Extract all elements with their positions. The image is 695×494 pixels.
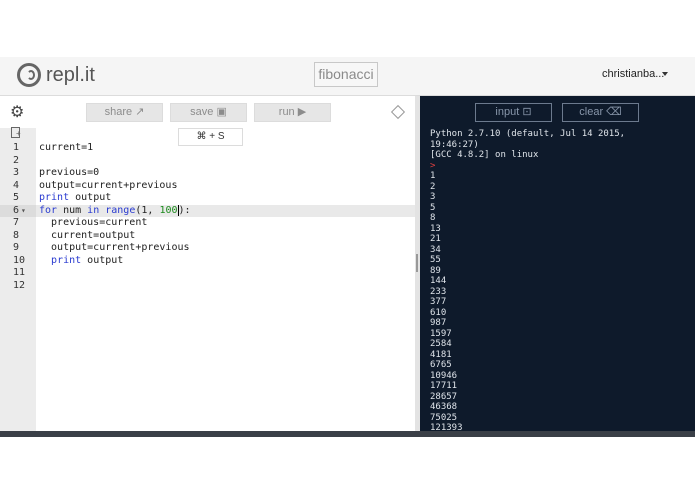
code-line[interactable]: print output	[39, 255, 123, 268]
output-line: 4181	[430, 349, 452, 360]
console-output: Python 2.7.10 (default, Jul 14 2015, 19:…	[430, 129, 692, 434]
output-line: 17711	[430, 381, 458, 391]
output-line: 233	[430, 286, 447, 297]
output-line: 377	[430, 297, 447, 307]
code-line[interactable]: output=current+previous	[39, 242, 189, 255]
output-line: 10946	[430, 370, 458, 381]
replit-logo-icon[interactable]	[17, 63, 41, 87]
number-literal: 100	[159, 204, 178, 216]
code-line[interactable]: previous=current	[39, 217, 147, 230]
code-line[interactable]: current=1	[39, 142, 93, 155]
splitter-handle[interactable]	[416, 254, 418, 272]
share-button[interactable]: share ↗	[86, 103, 163, 122]
keyword: print	[39, 192, 70, 203]
user-menu[interactable]: christianba...	[602, 68, 664, 80]
input-icon: ⊡	[522, 106, 532, 118]
output-line: 8	[430, 213, 436, 223]
output-line: 3	[430, 192, 436, 202]
gear-icon[interactable]: ⚙	[10, 105, 24, 121]
output-line: 610	[430, 307, 447, 318]
output-line: 21	[430, 234, 441, 244]
code-line[interactable]: print output	[39, 192, 111, 205]
input-button[interactable]: input ⊡	[475, 103, 552, 122]
output-line: 144	[430, 276, 447, 286]
code-line-active[interactable]: for num in range(1, 100):	[39, 204, 191, 218]
output-line: 46368	[430, 402, 458, 412]
output-lines: 1 2 3 5 8 13 21 34 55 89 144 233 377 610 987 1597 2584 41…	[430, 171, 692, 434]
code-text: ):	[178, 204, 191, 216]
code-text: output	[81, 254, 124, 266]
code-text: num	[57, 204, 88, 216]
keyword: in	[87, 204, 100, 216]
output-line: 5	[430, 202, 436, 213]
output-line: 1	[430, 171, 436, 181]
caret-down-icon[interactable]	[662, 72, 668, 76]
python-banner: Python 2.7.10 (default, Jul 14 2015, 19:…	[430, 129, 626, 160]
output-line: 28657	[430, 391, 458, 402]
new-file-icon[interactable]	[11, 127, 21, 138]
code-text: (1,	[135, 204, 160, 216]
keyword: for	[39, 204, 58, 216]
save-label: save	[190, 106, 214, 118]
output-line: 55	[430, 255, 441, 265]
project-name-field[interactable]: fibonacci	[314, 62, 378, 87]
output-line: 2	[430, 181, 436, 192]
output-line: 987	[430, 318, 447, 328]
play-icon: ▶	[297, 106, 307, 118]
output-line: 89	[430, 265, 441, 276]
fold-arrow-icon[interactable]: ▾	[21, 205, 26, 218]
run-label: run	[278, 106, 295, 118]
output-line: 1597	[430, 328, 452, 339]
output-line: 75025	[430, 412, 458, 423]
keyword: print	[51, 254, 82, 266]
save-button[interactable]: save ▣	[170, 103, 247, 122]
eraser-icon: ⌫	[606, 106, 622, 118]
save-shortcut-tooltip: ⌘ + S	[178, 128, 243, 146]
output-line: 34	[430, 244, 441, 255]
console-prompt: >	[430, 160, 436, 171]
output-line: 13	[430, 223, 441, 234]
clear-label: clear	[579, 106, 604, 118]
share-label: share	[104, 106, 133, 118]
share-icon: ↗	[135, 106, 145, 118]
floppy-icon: ▣	[216, 106, 227, 118]
code-text: output	[69, 192, 112, 203]
run-button[interactable]: run ▶	[254, 103, 331, 122]
clear-button[interactable]: clear ⌫	[562, 103, 639, 122]
builtin-function: range	[99, 204, 136, 216]
input-label: input	[495, 106, 520, 118]
code-line[interactable]: current=output	[39, 230, 135, 243]
logo-text[interactable]: repl.it	[46, 64, 95, 87]
bottom-bar	[0, 431, 695, 437]
code-line[interactable]: output=current+previous	[39, 180, 177, 193]
code-line[interactable]: previous=0	[39, 167, 99, 180]
output-line: 2584	[430, 339, 452, 349]
output-line: 6765	[430, 360, 452, 370]
